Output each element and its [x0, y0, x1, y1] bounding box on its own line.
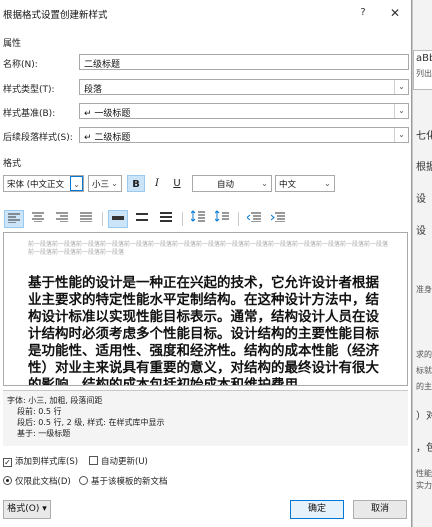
- chevron-down-icon: ⌄: [111, 179, 118, 188]
- based-on-select[interactable]: ↵ 一级标题 ⌄: [79, 103, 409, 119]
- name-label: 名称(N):: [3, 60, 38, 70]
- description-line: 基于: 一级标题: [17, 429, 71, 438]
- format-menu-button[interactable]: 格式(O) ▾: [3, 500, 51, 519]
- next-style-label: 后续段落样式(S):: [3, 133, 73, 143]
- italic-button[interactable]: I: [148, 175, 166, 192]
- align-left-icon[interactable]: [4, 210, 24, 228]
- radio-selected-icon: [3, 476, 12, 485]
- toolbar-divider: [102, 212, 103, 226]
- increase-para-spacing-icon[interactable]: [188, 210, 208, 228]
- style-type-select[interactable]: 段落 ⌄: [79, 79, 409, 95]
- chevron-down-icon: ⌄: [324, 179, 331, 188]
- align-right-icon[interactable]: [52, 210, 72, 228]
- description-line: 字体: 小三, 加粗, 段落间距: [7, 396, 103, 405]
- font-value: 宋体 (中文正文: [7, 180, 65, 190]
- title-bar: 根据格式设置创建新样式 ? ✕: [0, 0, 412, 26]
- cancel-button[interactable]: 取消: [353, 500, 407, 519]
- description-line: 段后: 0.5 行, 2 级, 样式: 在样式库中显示: [17, 418, 165, 427]
- font-color-select[interactable]: 自动 ⌄: [192, 175, 272, 192]
- template-documents-radio[interactable]: 基于该模板的新文档: [79, 475, 168, 487]
- doc-text: 标就: [416, 366, 432, 375]
- description-line: 段前: 0.5 行: [17, 407, 62, 416]
- font-select[interactable]: 宋体 (中文正文 ⌄: [3, 175, 84, 192]
- next-style-value: ↵ 二级标题: [84, 133, 131, 143]
- doc-text: 的主: [416, 382, 432, 391]
- style-name-value: 二级标题: [84, 60, 121, 70]
- doc-text: ，包: [416, 443, 432, 454]
- decrease-para-spacing-icon[interactable]: [212, 210, 232, 228]
- one-half-spacing-icon[interactable]: [132, 210, 152, 228]
- doc-text: 实力: [416, 481, 432, 490]
- doc-text: 设: [416, 226, 426, 237]
- chevron-down-icon: ⌄: [394, 80, 408, 94]
- next-style-select[interactable]: ↵ 二级标题 ⌄: [79, 127, 409, 143]
- format-section-label: 格式: [3, 159, 22, 169]
- create-style-dialog: 根据格式设置创建新样式 ? ✕ 属性 名称(N): 二级标题 样式类型(T): …: [0, 0, 412, 527]
- language-value: 中文: [279, 180, 297, 190]
- style-preview: 前一段落前一段落前一段落前一段落前一段落前一段落前一段落前一段落前一段落前一段落…: [3, 232, 408, 386]
- chevron-down-icon: ⌄: [394, 128, 408, 142]
- based-on-value: ↵ 一级标题: [84, 109, 131, 119]
- font-size-select[interactable]: 小三 ⌄: [88, 175, 122, 192]
- only-this-document-label: 仅限此文档(D): [15, 477, 71, 487]
- doc-text: ）对: [416, 411, 432, 422]
- doc-text: 求的: [416, 350, 432, 359]
- based-on-label: 样式基准(B):: [3, 109, 56, 119]
- only-this-document-radio[interactable]: 仅限此文档(D): [3, 475, 71, 487]
- single-spacing-icon[interactable]: [108, 210, 128, 228]
- doc-text: 准身: [416, 285, 432, 294]
- doc-text: 根据: [416, 162, 432, 173]
- doc-text: 七化: [416, 131, 432, 142]
- auto-update-label: 自动更新(U): [101, 457, 148, 467]
- preview-sample-text: 基于性能的设计是一种正在兴起的技术，它允许设计者根据业主要求的特定性能水平定制结…: [28, 275, 379, 386]
- justify-icon[interactable]: [76, 210, 96, 228]
- font-color-value: 自动: [217, 180, 235, 190]
- decrease-indent-icon[interactable]: [244, 210, 264, 228]
- toolbar-divider: [238, 212, 239, 226]
- increase-indent-icon[interactable]: [268, 210, 288, 228]
- double-spacing-icon[interactable]: [156, 210, 176, 228]
- dialog-title: 根据格式设置创建新样式: [3, 10, 108, 21]
- gallery-text: aBb: [416, 53, 432, 64]
- checkbox-checked-icon: ✓: [3, 458, 12, 467]
- style-type-value: 段落: [84, 85, 103, 95]
- checkbox-unchecked-icon: [89, 456, 98, 465]
- doc-text: 设: [416, 194, 426, 205]
- properties-section-label: 属性: [3, 39, 22, 49]
- radio-unselected-icon: [79, 476, 88, 485]
- toolbar-divider: [182, 212, 183, 226]
- bold-button[interactable]: B: [127, 175, 145, 192]
- align-center-icon[interactable]: [28, 210, 48, 228]
- auto-update-checkbox[interactable]: 自动更新(U): [89, 455, 148, 467]
- ok-button[interactable]: 确定: [290, 500, 344, 519]
- style-description: 字体: 小三, 加粗, 段落间距 段前: 0.5 行 段后: 0.5 行, 2 …: [3, 390, 408, 446]
- add-to-gallery-label: 添加到样式库(S): [15, 457, 79, 467]
- background-document: aBb 列出 七化 根据 设 设 准身 求的 标就 的主 ）对 ，包 性能 实力: [412, 0, 432, 527]
- font-size-value: 小三: [92, 180, 110, 190]
- style-type-label: 样式类型(T):: [3, 85, 55, 95]
- help-button[interactable]: ?: [354, 4, 372, 22]
- style-name-input[interactable]: 二级标题: [79, 54, 409, 70]
- chevron-down-icon: ⌄: [70, 176, 83, 191]
- preview-previous-paragraph: 前一段落前一段落前一段落前一段落前一段落前一段落前一段落前一段落前一段落前一段落…: [28, 241, 389, 256]
- add-to-gallery-checkbox[interactable]: ✓ 添加到样式库(S): [3, 455, 78, 467]
- chevron-down-icon: ⌄: [261, 179, 268, 188]
- underline-button[interactable]: U: [168, 175, 186, 192]
- language-select[interactable]: 中文 ⌄: [275, 175, 335, 192]
- doc-text: 性能: [416, 469, 432, 478]
- close-button[interactable]: ✕: [386, 4, 404, 22]
- chevron-down-icon: ⌄: [394, 104, 408, 118]
- gallery-text: 列出: [416, 69, 432, 78]
- template-documents-label: 基于该模板的新文档: [91, 477, 168, 487]
